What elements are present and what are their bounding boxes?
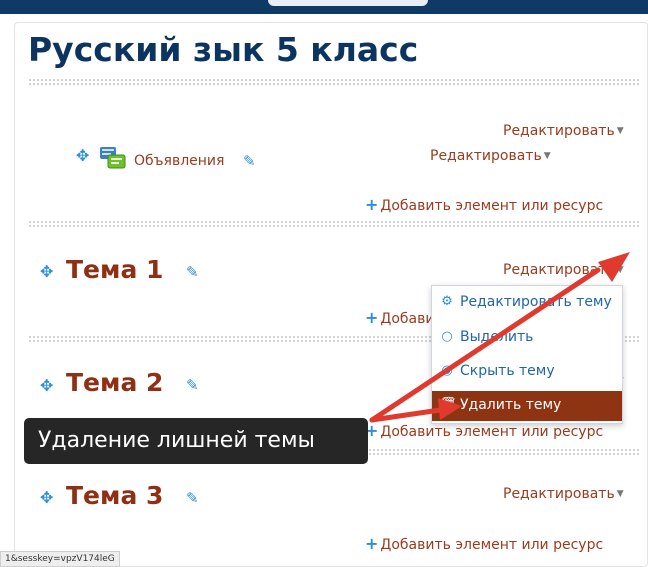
annotation-arrows (369, 252, 630, 423)
arrowhead (438, 398, 462, 420)
annotation-tooltip: Удаление лишней темы (24, 418, 368, 464)
arrowhead (598, 252, 630, 282)
arrow-to-edit-menu (369, 267, 601, 423)
